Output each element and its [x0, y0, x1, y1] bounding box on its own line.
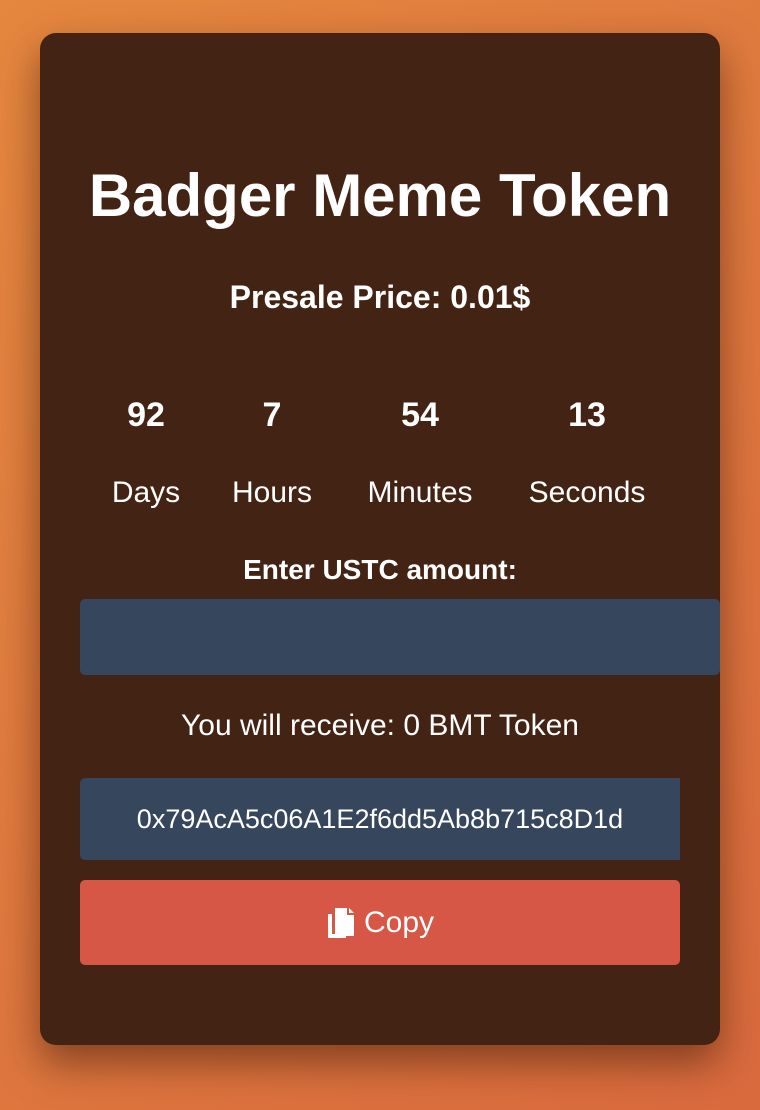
- presale-card: Badger Meme Token Presale Price: 0.01$ 9…: [40, 33, 720, 1045]
- wallet-address-field[interactable]: 0x79AcA5c06A1E2f6dd5Ab8b715c8D1d: [80, 778, 680, 860]
- countdown-hours-value: 7: [262, 396, 282, 434]
- receive-amount-text: You will receive: 0 BMT Token: [181, 709, 579, 742]
- countdown-minutes-label: Minutes: [367, 476, 473, 509]
- copy-button-label: Copy: [363, 905, 435, 939]
- countdown-seconds-label: Seconds: [528, 476, 646, 509]
- amount-label: Enter USTC amount:: [243, 554, 517, 585]
- ustc-amount-input[interactable]: [80, 599, 720, 675]
- copy-icon: [326, 906, 356, 940]
- countdown-minutes-value: 54: [401, 396, 439, 434]
- copy-button[interactable]: Copy: [80, 880, 680, 965]
- countdown-seconds-value: 13: [568, 396, 606, 434]
- presale-price: Presale Price: 0.01$: [229, 279, 531, 315]
- countdown-hours-label: Hours: [231, 476, 313, 509]
- page-title: Badger Meme Token: [88, 162, 672, 229]
